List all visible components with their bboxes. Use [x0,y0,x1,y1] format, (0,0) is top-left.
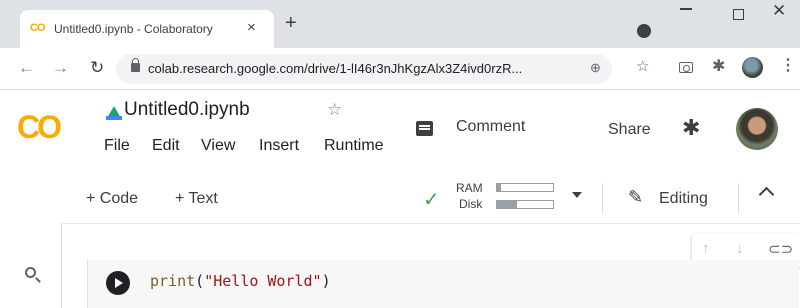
notebook-content: ↑ ↓ ⊂⊃ print("Hello World") [63,223,800,308]
runtime-dropdown-icon[interactable] [572,192,582,198]
close-window-icon[interactable]: ✕ [772,1,786,21]
lock-icon[interactable] [131,58,140,72]
back-arrow-icon[interactable]: ← [18,58,35,78]
camera-extension-icon[interactable] [679,62,693,73]
tab-close-icon[interactable]: × [247,19,256,36]
forward-arrow-icon[interactable]: → [52,58,69,78]
ram-usage-bar[interactable] [496,183,554,192]
ram-usage-fill [497,184,502,191]
colab-logo[interactable]: CO [17,109,62,146]
user-avatar[interactable] [736,108,778,150]
move-cell-up-icon[interactable]: ↑ [702,240,710,257]
new-tab-button[interactable]: + [285,13,297,33]
browser-tab[interactable]: CO Untitled0.ipynb - Colaboratory × [20,10,274,48]
disk-usage-fill [497,201,517,208]
toolbar-divider [602,183,603,213]
browser-profile-avatar[interactable] [742,57,763,78]
menu-edit[interactable]: Edit [152,137,180,155]
search-icon[interactable] [25,267,36,278]
code-token-function: print [150,272,196,290]
browser-menu-icon[interactable]: ⋮ [780,55,796,75]
browser-tab-strip: CO Untitled0.ipynb - Colaboratory × + ✕ [0,0,800,48]
google-drive-icon[interactable] [106,106,122,120]
notebook-title[interactable]: Untitled0.ipynb [124,99,250,121]
add-code-cell-button[interactable]: + Code [86,190,138,208]
disk-label: Disk [459,197,483,211]
zoom-icon[interactable]: ⊕ [590,60,601,76]
collapse-header-icon[interactable] [758,186,775,203]
link-to-cell-icon[interactable]: ⊂⊃ [768,240,793,258]
address-bar[interactable]: colab.research.google.com/drive/1-lI46r3… [116,54,612,84]
ram-label: RAM [456,181,483,195]
reload-icon[interactable]: ↻ [90,58,104,78]
tab-title: Untitled0.ipynb - Colaboratory [54,22,213,36]
run-cell-button[interactable] [106,271,130,295]
code-cell[interactable]: print("Hello World") [87,260,799,308]
code-token-paren: ( [195,272,205,290]
profile-indicator-icon[interactable] [637,24,651,38]
share-button[interactable]: Share [608,121,651,139]
url-text[interactable]: colab.research.google.com/drive/1-lI46r3… [148,61,522,76]
comment-icon [416,121,433,136]
menu-file[interactable]: File [104,137,130,155]
add-text-cell-button[interactable]: + Text [175,190,218,208]
toolbar-divider [738,183,739,213]
minimize-window-icon[interactable] [680,8,692,10]
menu-view[interactable]: View [201,137,235,155]
notebook-toolbar: + Code + Text ✓ RAM Disk ✎ Editing [0,175,800,223]
menu-runtime[interactable]: Runtime [324,137,384,155]
star-notebook-icon[interactable]: ☆ [327,100,342,120]
code-editor[interactable]: print("Hello World") [150,272,331,290]
maximize-window-icon[interactable] [733,9,744,20]
menu-insert[interactable]: Insert [259,137,299,155]
colab-header: CO Untitled0.ipynb ☆ File Edit View Inse… [0,91,800,175]
connected-check-icon[interactable]: ✓ [423,187,440,212]
bookmark-star-icon[interactable]: ☆ [636,57,649,75]
colab-favicon-icon: CO [30,22,45,34]
disk-usage-bar[interactable] [496,200,554,209]
pencil-icon[interactable]: ✎ [628,187,643,208]
editing-mode-label[interactable]: Editing [659,190,708,208]
comment-label: Comment [456,118,526,135]
code-token-string: "Hello World" [204,272,322,290]
extensions-puzzle-icon[interactable]: ✱ [712,56,725,76]
move-cell-down-icon[interactable]: ↓ [736,240,744,257]
code-token-paren: ) [321,272,331,290]
settings-gear-icon[interactable]: ✱ [682,115,700,141]
